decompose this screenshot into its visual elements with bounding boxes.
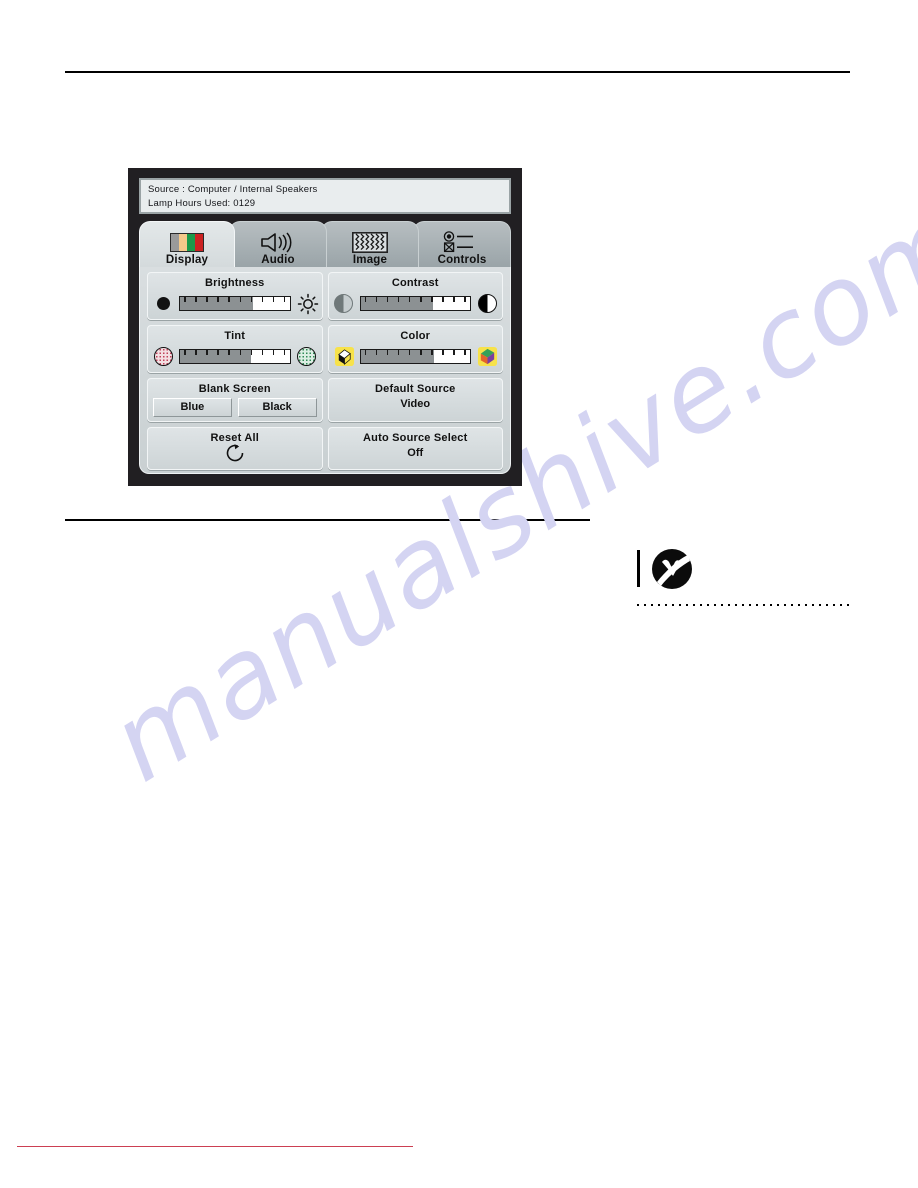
reset-circular-arrow-icon [224, 443, 246, 468]
zigzag-pattern-icon [352, 231, 388, 253]
default-source-value: Video [400, 398, 431, 410]
speaker-icon [259, 231, 297, 253]
header-rule [65, 71, 850, 73]
tab-display-label: Display [165, 254, 209, 266]
tab-audio[interactable]: Audio [229, 221, 327, 267]
green-dotted-circle-icon [297, 346, 317, 366]
blank-screen-label: Blank Screen [198, 383, 271, 395]
half-circle-black-white-icon [477, 293, 497, 313]
tab-controls-label: Controls [437, 254, 487, 266]
radio-checkbox-list-icon [440, 231, 484, 253]
note-dotted-rule [637, 604, 849, 606]
reset-all-control[interactable]: Reset All [147, 427, 323, 470]
blank-screen-option-black[interactable]: Black [237, 398, 317, 417]
tint-label: Tint [224, 330, 246, 342]
default-source-label: Default Source [375, 383, 456, 395]
color-bars-icon [170, 231, 204, 253]
monochrome-cube-icon [334, 346, 354, 367]
osd-tabbar: Display Audio Image Controls [139, 221, 511, 267]
tab-audio-label: Audio [261, 254, 295, 266]
color-control[interactable]: Color [327, 325, 503, 373]
auto-source-select-control[interactable]: Auto Source Select Off [327, 427, 503, 470]
section-rule [65, 519, 590, 521]
tab-controls[interactable]: Controls [413, 221, 511, 267]
color-label: Color [400, 330, 431, 342]
infocus-logo-icon [651, 548, 693, 590]
sun-icon [297, 293, 318, 315]
contrast-label: Contrast [391, 277, 439, 289]
osd-source-line: Source : Computer / Internal Speakers [148, 184, 318, 195]
display-tab-panel: Brightness Contrast Tint Color Blank Scr… [139, 266, 511, 474]
osd-lamp-hours-line: Lamp Hours Used: 0129 [148, 198, 256, 209]
contrast-slider[interactable] [359, 295, 471, 311]
tint-slider[interactable] [179, 348, 291, 364]
brightness-slider[interactable] [179, 295, 291, 311]
blank-screen-option-blue[interactable]: Blue [153, 398, 232, 417]
half-circle-gray-icon [334, 293, 354, 313]
note-vertical-bar [637, 550, 640, 587]
color-cube-icon [477, 346, 498, 367]
brightness-control[interactable]: Brightness [147, 272, 323, 320]
osd-panel: Source : Computer / Internal Speakers La… [128, 168, 522, 486]
brightness-label: Brightness [205, 277, 265, 289]
auto-source-select-value: Off [407, 447, 424, 459]
osd-status-box: Source : Computer / Internal Speakers La… [139, 178, 511, 214]
default-source-control[interactable]: Default Source Video [327, 378, 503, 422]
tab-image-label: Image [352, 254, 388, 266]
tint-control[interactable]: Tint [147, 325, 323, 373]
blank-screen-control[interactable]: Blank Screen Blue Black [147, 378, 323, 422]
pink-dotted-circle-icon [153, 346, 173, 366]
tab-image[interactable]: Image [321, 221, 419, 267]
display-controls-grid: Brightness Contrast Tint Color Blank Scr… [147, 272, 503, 470]
color-slider[interactable] [359, 348, 471, 364]
contrast-control[interactable]: Contrast [327, 272, 503, 320]
footer-rule-red [17, 1146, 413, 1147]
black-dot-icon [153, 293, 173, 313]
tab-display[interactable]: Display [139, 221, 235, 267]
auto-source-select-label: Auto Source Select [363, 432, 468, 444]
